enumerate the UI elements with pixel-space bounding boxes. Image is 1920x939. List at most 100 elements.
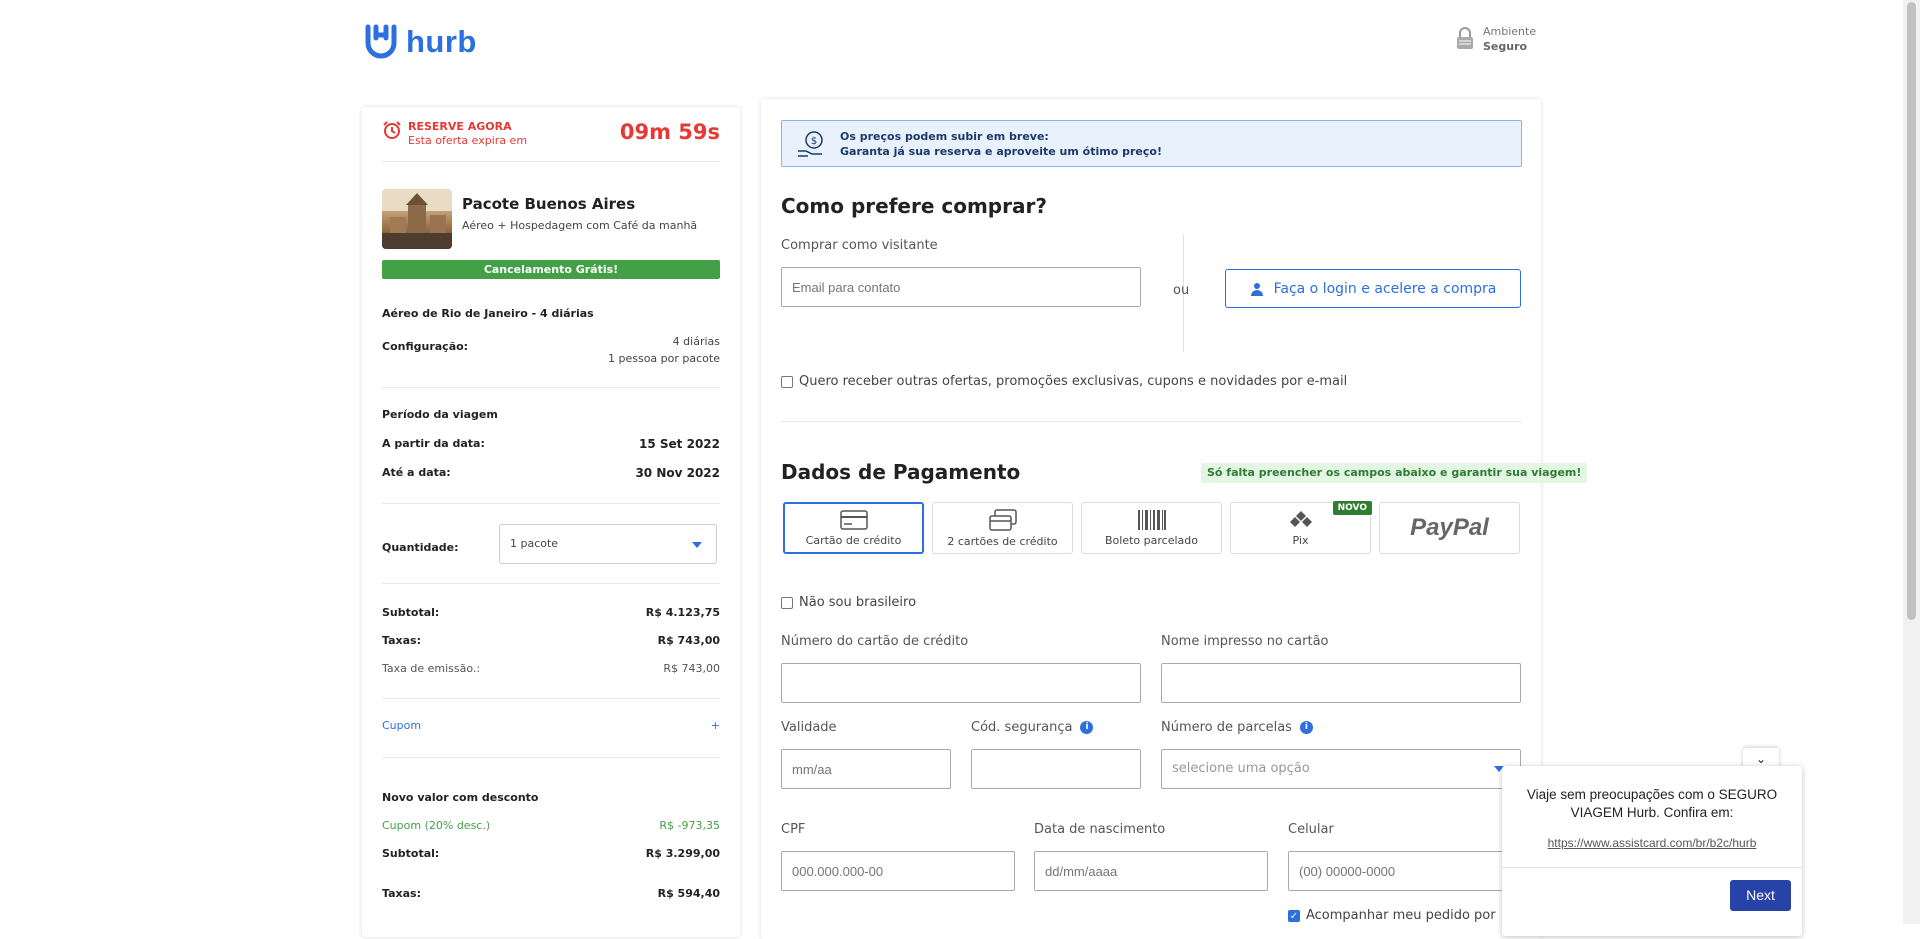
info-icon[interactable]: i bbox=[1080, 721, 1094, 734]
secure-line2: Seguro bbox=[1483, 40, 1528, 53]
login-button-label: Faça o login e acelere a compra bbox=[1273, 280, 1497, 297]
pay-option-label: Pix bbox=[1292, 533, 1309, 547]
phone-label: Celular bbox=[1288, 822, 1334, 837]
subtotal-label: Subtotal: bbox=[382, 606, 440, 619]
emission-label: Taxa de emissão.: bbox=[382, 662, 481, 675]
validity-input[interactable] bbox=[781, 749, 951, 789]
coupon-add-button[interactable]: + bbox=[711, 719, 720, 732]
card-number-input[interactable] bbox=[781, 663, 1141, 703]
secure-environment: Ambiente Seguro bbox=[1455, 24, 1536, 54]
email-input[interactable] bbox=[781, 267, 1141, 307]
divider bbox=[382, 503, 720, 504]
timer-row: RESERVE AGORA Esta oferta expira em 09m … bbox=[382, 120, 720, 148]
popup-link[interactable]: https://www.assistcard.com/br/b2c/hurb bbox=[1522, 836, 1782, 850]
paypal-logo: PayPal bbox=[1410, 514, 1489, 541]
notice-line2: Garanta já sua reserva e aproveite um ót… bbox=[840, 144, 1162, 158]
follow-order-row[interactable]: ✓ Acompanhar meu pedido por bbox=[1288, 908, 1496, 923]
chevron-down-icon: ⌄ bbox=[1755, 752, 1767, 766]
divider bbox=[1502, 867, 1802, 868]
hurb-logo[interactable]: hurb bbox=[362, 22, 477, 62]
page-scrollbar[interactable] bbox=[1903, 0, 1920, 924]
pay-option-paypal[interactable]: PayPal bbox=[1379, 502, 1520, 554]
countdown-timer: 09m 59s bbox=[619, 120, 720, 144]
installments-select[interactable]: selecione uma opção bbox=[1161, 749, 1521, 789]
installments-label-wrap: Número de parcelas i bbox=[1161, 720, 1313, 735]
pay-option-credit-card[interactable]: Cartão de crédito bbox=[783, 502, 924, 554]
subtotal2-row: Subtotal: R$ 3.299,00 bbox=[382, 847, 720, 860]
divider bbox=[382, 583, 720, 584]
scrollbar-thumb[interactable] bbox=[1907, 2, 1916, 620]
new-value-title: Novo valor com desconto bbox=[382, 791, 539, 804]
taxes-row: Taxas: R$ 743,00 bbox=[382, 634, 720, 647]
cvv-label: Cód. segurança bbox=[971, 720, 1073, 735]
payment-title: Dados de Pagamento bbox=[781, 460, 1021, 484]
divider bbox=[382, 387, 720, 388]
pay-option-label: 2 cartões de crédito bbox=[947, 534, 1058, 548]
emission-row: Taxa de emissão.: R$ 743,00 bbox=[382, 662, 720, 675]
config-nights: 4 diárias bbox=[672, 335, 720, 348]
newsletter-text: Quero receber outras ofertas, promoções … bbox=[799, 374, 1348, 389]
package-subtitle: Aéreo + Hospedagem com Café da manhã bbox=[462, 219, 698, 232]
card-name-input[interactable] bbox=[1161, 663, 1521, 703]
pay-option-two-cards[interactable]: 2 cartões de crédito bbox=[932, 502, 1073, 554]
chevron-down-icon bbox=[692, 542, 702, 548]
from-date-row: A partir da data: 15 Set 2022 bbox=[382, 437, 720, 451]
to-date-row: Até a data: 30 Nov 2022 bbox=[382, 466, 720, 480]
cpf-input[interactable] bbox=[781, 851, 1015, 891]
pay-option-boleto[interactable]: Boleto parcelado bbox=[1081, 502, 1222, 554]
taxes2-value: R$ 594,40 bbox=[657, 887, 720, 900]
not-brazilian-checkbox[interactable] bbox=[781, 596, 793, 609]
config-label: Configuração: bbox=[382, 340, 469, 353]
pix-icon bbox=[1289, 510, 1312, 527]
pay-option-label: Boleto parcelado bbox=[1105, 533, 1198, 547]
guest-label: Comprar como visitante bbox=[781, 238, 938, 253]
coupon-label[interactable]: Cupom bbox=[382, 719, 421, 732]
to-date-label: Até a data: bbox=[382, 466, 451, 479]
flight-origin-row: Aéreo de Rio de Janeiro - 4 diárias bbox=[382, 307, 720, 320]
from-date-label: A partir da data: bbox=[382, 437, 485, 450]
new-value-row: Novo valor com desconto bbox=[382, 791, 720, 804]
user-icon bbox=[1250, 282, 1263, 296]
alarm-icon bbox=[383, 121, 401, 139]
newsletter-checkbox[interactable] bbox=[781, 375, 793, 388]
period-title: Período da viagem bbox=[382, 408, 498, 421]
subtotal2-label: Subtotal: bbox=[382, 847, 440, 860]
credit-card-icon bbox=[839, 509, 868, 530]
info-icon[interactable]: i bbox=[1299, 721, 1313, 734]
next-button[interactable]: Next bbox=[1730, 880, 1791, 911]
pay-option-pix[interactable]: NOVO Pix bbox=[1230, 501, 1372, 554]
subtotal2-value: R$ 3.299,00 bbox=[645, 847, 720, 860]
coupon-discount-label: Cupom (20% desc.) bbox=[382, 819, 491, 832]
not-brazilian-row[interactable]: Não sou brasileiro bbox=[781, 595, 916, 610]
follow-order-checkbox[interactable]: ✓ bbox=[1288, 909, 1300, 922]
card-number-label: Número do cartão de crédito bbox=[781, 634, 969, 649]
config-people: 1 pessoa por pacote bbox=[608, 352, 720, 365]
cvv-input[interactable] bbox=[971, 749, 1141, 789]
validity-label: Validade bbox=[781, 720, 837, 735]
login-button[interactable]: Faça o login e acelere a compra bbox=[1225, 269, 1521, 308]
subtotal-row: Subtotal: R$ 4.123,75 bbox=[382, 606, 720, 619]
two-cards-icon bbox=[988, 508, 1017, 531]
period-title-row: Período da viagem bbox=[382, 408, 720, 421]
logo-text: hurb bbox=[406, 24, 477, 59]
payment-hint-tag: Só falta preencher os campos abaixo e ga… bbox=[1201, 463, 1588, 483]
taxes2-row: Taxas: R$ 594,40 bbox=[382, 887, 720, 900]
quantity-select[interactable]: 1 pacote bbox=[499, 524, 717, 564]
secure-line1: Ambiente bbox=[1483, 25, 1537, 38]
lock-icon bbox=[1457, 27, 1473, 49]
reserve-title: RESERVE AGORA bbox=[408, 120, 512, 133]
from-date-value: 15 Set 2022 bbox=[639, 437, 720, 451]
coupon-row[interactable]: Cupom + bbox=[382, 719, 720, 732]
phone-input[interactable] bbox=[1288, 851, 1522, 891]
package-image bbox=[382, 189, 452, 249]
cvv-label-wrap: Cód. segurança i bbox=[971, 720, 1094, 735]
barcode-icon bbox=[1137, 509, 1166, 530]
divider bbox=[781, 421, 1522, 422]
follow-order-text: Acompanhar meu pedido por bbox=[1306, 908, 1496, 923]
emission-value: R$ 743,00 bbox=[663, 662, 720, 675]
birth-input[interactable] bbox=[1034, 851, 1268, 891]
newsletter-row[interactable]: Quero receber outras ofertas, promoções … bbox=[781, 374, 1347, 389]
how-to-buy-title: Como prefere comprar? bbox=[781, 194, 1047, 218]
card-name-label: Nome impresso no cartão bbox=[1161, 634, 1329, 649]
coupon-discount-value: R$ -973,35 bbox=[659, 819, 720, 832]
